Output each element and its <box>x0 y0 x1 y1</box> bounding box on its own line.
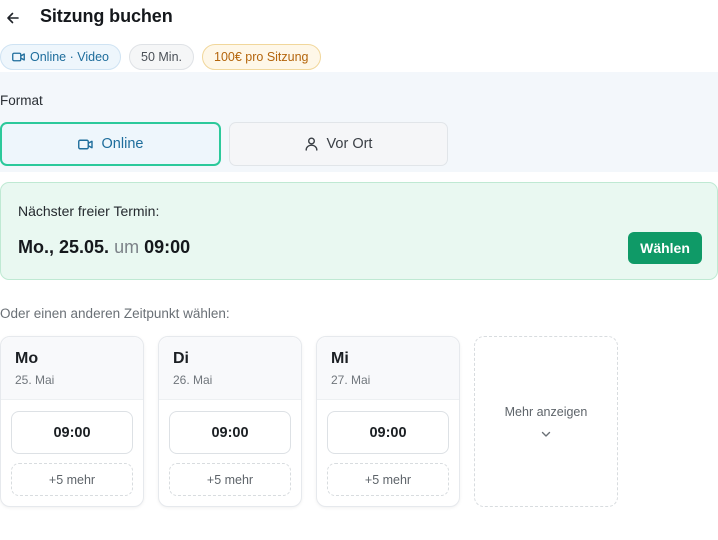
day-name: Mi <box>331 350 349 367</box>
online-video-tag-label: Online · Video <box>30 50 109 64</box>
back-button[interactable] <box>4 9 22 27</box>
more-slots-button[interactable]: +5 mehr <box>327 463 449 496</box>
time-slot-button[interactable]: 09:00 <box>169 411 291 454</box>
day-date: 27. Mai <box>331 373 371 387</box>
day-date: 26. Mai <box>173 373 213 387</box>
day-header: Mi 27. Mai <box>317 337 459 400</box>
chevron-down-icon <box>541 431 551 437</box>
day-name: Di <box>173 350 189 367</box>
price-tag: 100€ pro Sitzung <box>202 44 321 70</box>
day-column-di: Di 26. Mai 09:00 +5 mehr <box>158 336 302 507</box>
next-slot-datetime: Mo., 25.05. um 09:00 <box>18 237 190 258</box>
day-column-mi: Mi 27. Mai 09:00 +5 mehr <box>316 336 460 507</box>
show-more-days-button[interactable]: Mehr anzeigen <box>474 336 618 507</box>
other-time-label: Oder einen anderen Zeitpunkt wählen: <box>0 306 230 321</box>
format-section: Format Online Vor Ort <box>0 72 718 172</box>
arrow-left-icon <box>7 12 19 24</box>
more-slots-button[interactable]: +5 mehr <box>169 463 291 496</box>
next-slot-date: Mo., 25.05. <box>18 237 110 257</box>
format-online-label: Online <box>101 136 144 152</box>
next-slot-time: 09:00 <box>144 237 191 257</box>
page-title: Sitzung buchen <box>40 6 173 26</box>
session-tags: Online · Video 50 Min. 100€ pro Sitzung <box>0 44 321 70</box>
online-video-tag: Online · Video <box>0 44 121 70</box>
time-slot-button[interactable]: 09:00 <box>11 411 133 454</box>
format-vor-ort-button[interactable]: Vor Ort <box>229 122 448 166</box>
day-column-mo: Mo 25. Mai 09:00 +5 mehr <box>0 336 144 507</box>
next-slot-label: Nächster freier Termin: <box>18 203 160 219</box>
header: Sitzung buchen <box>0 0 718 36</box>
day-header: Mo 25. Mai <box>1 337 143 400</box>
next-slot-card: Nächster freier Termin: Mo., 25.05. um 0… <box>0 182 718 280</box>
day-date: 25. Mai <box>15 373 55 387</box>
user-icon <box>305 137 318 151</box>
duration-tag: 50 Min. <box>129 44 194 70</box>
format-vor-ort-label: Vor Ort <box>326 136 373 152</box>
choose-next-slot-button[interactable]: Wählen <box>628 232 702 264</box>
time-slot-button[interactable]: 09:00 <box>327 411 449 454</box>
more-slots-button[interactable]: +5 mehr <box>11 463 133 496</box>
video-icon <box>12 52 25 62</box>
format-online-button[interactable]: Online <box>0 122 221 166</box>
day-name: Mo <box>15 350 39 367</box>
day-header: Di 26. Mai <box>159 337 301 400</box>
show-more-label: Mehr anzeigen <box>504 405 588 419</box>
format-label: Format <box>0 93 43 108</box>
video-icon <box>77 139 93 149</box>
next-slot-connector: um <box>114 237 140 257</box>
